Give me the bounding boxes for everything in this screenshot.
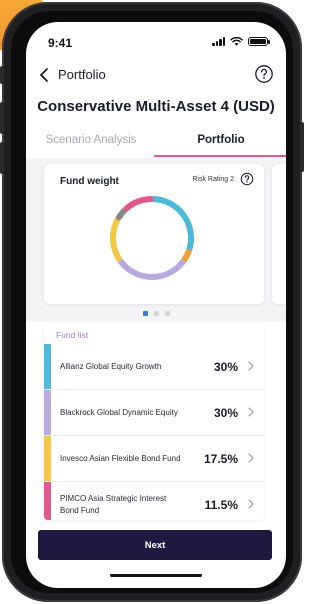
fund-color-bar: [44, 344, 51, 389]
fund-name: Allianz Global Equity Growth: [60, 361, 162, 371]
pager-dot[interactable]: [153, 311, 159, 316]
fund-row-pimco[interactable]: PIMCO Asia Strategic Interest Bond Fund …: [44, 482, 264, 520]
donut-segment: [124, 196, 154, 212]
fund-row-blackrock[interactable]: Blackrock Global Dynamic Equity 30%: [44, 390, 264, 436]
fund-row-invesco[interactable]: Invesco Asian Flexible Bond Fund 17.5%: [44, 436, 264, 482]
fund-row-allianz[interactable]: Allianz Global Equity Growth 30%: [44, 344, 264, 390]
fund-list-card: Fund list Allianz Global Equity Growth 3…: [44, 324, 264, 520]
donut-segment: [150, 196, 194, 253]
chevron-right-icon: [248, 361, 254, 371]
chevron-left-icon[interactable]: [38, 66, 52, 84]
active-tab-indicator: [154, 155, 286, 157]
tab-portfolio[interactable]: Portfolio: [156, 130, 286, 156]
nav-bar: Portfolio: [26, 64, 286, 86]
battery-icon: [248, 37, 270, 46]
chevron-right-icon: [248, 499, 254, 509]
status-time: 9:41: [48, 36, 73, 50]
chevron-right-icon: [248, 453, 254, 463]
carousel-pager: [26, 311, 286, 316]
fund-percent: 17.5%: [203, 451, 238, 466]
question-circle-icon[interactable]: [240, 172, 254, 186]
donut-segment: [180, 249, 192, 264]
power-button: [300, 122, 304, 172]
fund-weight-carousel[interactable]: Fund weight Risk Rating 2: [26, 158, 286, 322]
page-title: Conservative Multi-Asset 4 (USD): [37, 98, 275, 115]
nav-title: Portfolio: [58, 67, 106, 82]
home-indicator: [110, 574, 202, 577]
volume-down-button: [0, 142, 4, 174]
fund-percent: 30%: [213, 359, 238, 374]
signal-icon: [212, 37, 225, 46]
donut-segment: [115, 206, 128, 221]
fund-percent: 30%: [213, 405, 238, 420]
fund-weight-card: Fund weight Risk Rating 2: [44, 164, 264, 304]
fund-color-bar: [44, 436, 51, 481]
fund-name: Blackrock Global Dynamic Equity: [60, 407, 178, 417]
donut-segment: [110, 216, 122, 262]
tab-bar: Scenario Analysis Portfolio: [26, 130, 286, 156]
donut-segment: [117, 257, 186, 280]
silent-switch: [0, 66, 4, 84]
fund-list-label: Fund list: [56, 330, 89, 340]
chevron-right-icon: [248, 407, 254, 417]
status-icons: [212, 37, 270, 46]
fund-weight-donut-chart: [110, 196, 194, 280]
pager-dot[interactable]: [164, 311, 170, 316]
fund-weight-title: Fund weight: [60, 176, 119, 187]
volume-up-button: [0, 102, 4, 134]
app-screen: 9:41 Portfolio Conservative Multi-Asset …: [26, 22, 286, 588]
fund-color-bar: [44, 390, 51, 435]
next-button[interactable]: Next: [38, 530, 272, 560]
fund-color-bar: [44, 482, 51, 520]
fund-name: Invesco Asian Flexible Bond Fund: [60, 453, 181, 463]
wifi-icon: [230, 37, 243, 46]
fund-percent: 11.5%: [204, 497, 238, 512]
pager-dot-active[interactable]: [142, 311, 148, 316]
next-card-peek: [272, 164, 286, 304]
tab-scenario-analysis[interactable]: Scenario Analysis: [26, 130, 156, 156]
fund-name: PIMCO Asia Strategic Interest Bond Fund: [60, 494, 167, 515]
risk-rating-label: Risk Rating 2: [192, 176, 234, 183]
question-circle-icon[interactable]: [254, 64, 274, 84]
status-bar: 9:41: [26, 22, 286, 62]
